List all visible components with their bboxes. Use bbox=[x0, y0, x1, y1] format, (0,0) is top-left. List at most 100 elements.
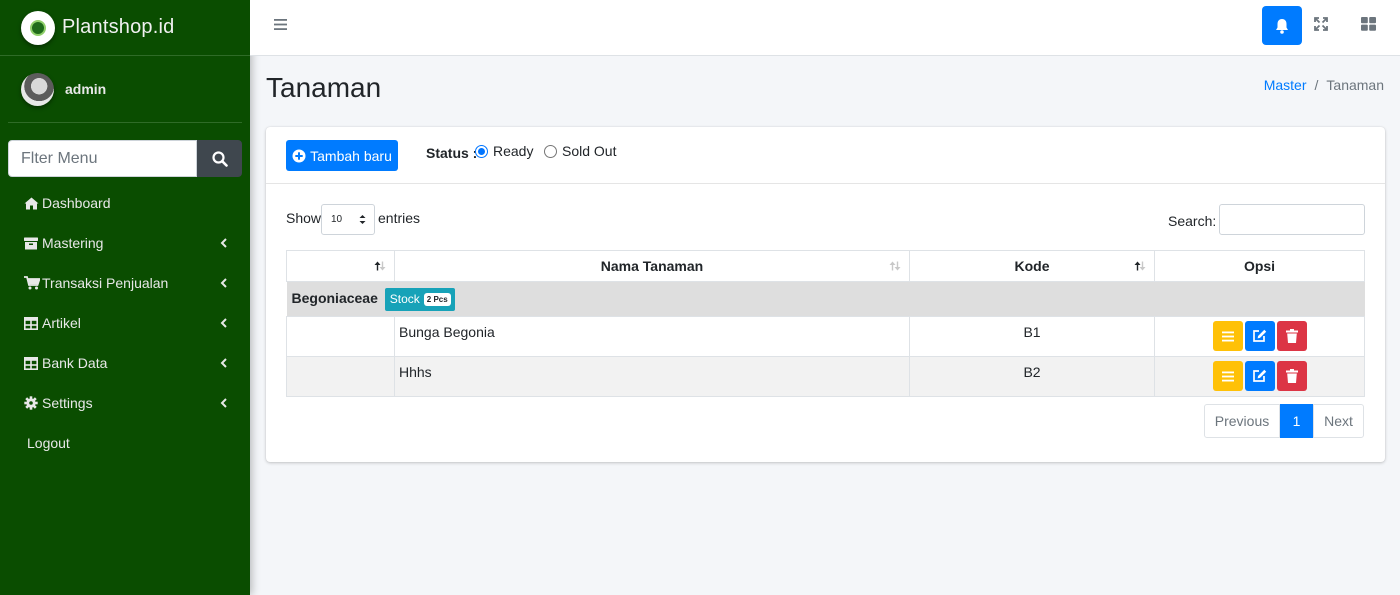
sidebar-item-mastering[interactable]: Mastering bbox=[8, 223, 242, 263]
status-option-label: Sold Out bbox=[562, 143, 617, 159]
plant-name-cell: Bunga Begonia bbox=[394, 316, 910, 357]
control-sidebar-button[interactable] bbox=[1361, 17, 1376, 34]
sidebar-item-bank-data[interactable]: Bank Data bbox=[8, 343, 242, 383]
column-header-nama-tanaman[interactable]: Nama Tanaman bbox=[394, 250, 910, 282]
trash-icon bbox=[1285, 329, 1298, 343]
group-name: Begoniaceae bbox=[291, 289, 378, 306]
table-icon bbox=[24, 316, 42, 330]
home-icon bbox=[24, 197, 42, 210]
plant-code-cell: B1 bbox=[909, 316, 1155, 357]
search-icon bbox=[211, 150, 228, 167]
table-search-input[interactable] bbox=[1219, 204, 1365, 235]
sidebar-search-button[interactable] bbox=[197, 140, 242, 177]
expand-icon bbox=[1314, 17, 1328, 31]
detail-button[interactable] bbox=[1212, 321, 1243, 351]
gear-icon bbox=[24, 396, 42, 410]
chevron-left-icon bbox=[218, 318, 228, 328]
column-header-opsi: Opsi bbox=[1154, 250, 1365, 282]
fullscreen-button[interactable] bbox=[1314, 17, 1328, 34]
add-new-button[interactable]: Tambah baru bbox=[286, 140, 398, 171]
radio-checked-icon bbox=[475, 144, 488, 158]
table-icon bbox=[24, 356, 42, 370]
sidebar-item-transaksi-penjualan[interactable]: Transaksi Penjualan bbox=[8, 263, 242, 303]
sidebar-item-label: Artikel bbox=[42, 315, 81, 331]
sidebar-item-logout[interactable]: Logout bbox=[8, 423, 242, 463]
notifications-button[interactable] bbox=[1262, 6, 1302, 45]
chevron-left-icon bbox=[218, 398, 228, 408]
edit-icon bbox=[1253, 369, 1267, 382]
sort-asc-icon bbox=[374, 261, 386, 271]
column-header-kode[interactable]: Kode bbox=[909, 250, 1155, 282]
sidebar-item-label: Mastering bbox=[42, 235, 104, 251]
entries-length-select[interactable]: 10 bbox=[321, 204, 375, 235]
sidebar: Plantshop.id admin Dashboard Mastering T… bbox=[0, 0, 250, 595]
sidebar-nav: Dashboard Mastering Transaksi Penjualan … bbox=[8, 183, 242, 463]
cart-icon bbox=[24, 276, 42, 290]
table-row: Bunga Begonia B1 bbox=[286, 316, 1365, 357]
sidebar-item-label: Logout bbox=[27, 435, 70, 451]
sort-asc-icon bbox=[1134, 261, 1146, 271]
edit-icon bbox=[1253, 329, 1267, 342]
trash-icon bbox=[1285, 369, 1298, 383]
edit-button[interactable] bbox=[1244, 361, 1275, 391]
select-arrows-icon bbox=[359, 215, 366, 224]
stock-label: Stock bbox=[389, 292, 420, 306]
brand-logo bbox=[21, 10, 55, 45]
status-option-label: Ready bbox=[493, 143, 534, 159]
column-header-group[interactable] bbox=[286, 250, 395, 282]
sidebar-item-label: Dashboard bbox=[42, 195, 111, 211]
breadcrumb-current: Tanaman bbox=[1326, 77, 1384, 93]
entries-length-value: 10 bbox=[331, 214, 343, 225]
user-name: admin bbox=[65, 81, 107, 97]
delete-button[interactable] bbox=[1276, 361, 1307, 391]
delete-button[interactable] bbox=[1276, 321, 1307, 351]
group-cell-empty bbox=[286, 316, 395, 357]
sidebar-item-label: Settings bbox=[42, 395, 93, 411]
pagination-next[interactable]: Next bbox=[1313, 404, 1364, 438]
entries-label: entries bbox=[378, 210, 421, 226]
topbar bbox=[250, 0, 1400, 56]
pagination-previous[interactable]: Previous bbox=[1204, 404, 1280, 438]
chevron-left-icon bbox=[218, 358, 228, 368]
sidebar-item-settings[interactable]: Settings bbox=[8, 383, 242, 423]
status-radio-sold-out[interactable]: Sold Out bbox=[544, 143, 616, 159]
brand-link[interactable]: Plantshop.id bbox=[0, 0, 250, 56]
chevron-left-icon bbox=[218, 238, 228, 248]
group-cell: Begoniaceae Stock 2 Pcs bbox=[286, 281, 1365, 317]
options-cell bbox=[1154, 316, 1365, 357]
table-row: Hhhs B2 bbox=[286, 356, 1365, 397]
card-header: Tambah baru Status : Ready Sold Out bbox=[266, 127, 1385, 184]
menu-toggle-button[interactable] bbox=[274, 18, 287, 34]
show-label: Show bbox=[286, 210, 322, 226]
breadcrumb-link-master[interactable]: Master bbox=[1264, 77, 1307, 93]
options-cell bbox=[1154, 356, 1365, 397]
breadcrumb-separator: / bbox=[1314, 77, 1319, 93]
sort-icon bbox=[889, 261, 901, 271]
sidebar-item-artikel[interactable]: Artikel bbox=[8, 303, 242, 343]
user-panel[interactable]: admin bbox=[8, 56, 242, 123]
group-cell-empty bbox=[286, 356, 395, 397]
add-new-label: Tambah baru bbox=[310, 147, 392, 164]
stock-badge: Stock 2 Pcs bbox=[384, 287, 455, 311]
table-search-label: Search: bbox=[1168, 213, 1217, 229]
stock-count-badge: 2 Pcs bbox=[423, 292, 451, 306]
sidebar-search-input[interactable] bbox=[8, 140, 197, 177]
sidebar-item-dashboard[interactable]: Dashboard bbox=[8, 183, 242, 223]
detail-button[interactable] bbox=[1212, 361, 1243, 391]
status-radio-ready[interactable]: Ready bbox=[475, 143, 533, 159]
plant-name-cell: Hhhs bbox=[394, 356, 910, 397]
plus-circle-icon bbox=[292, 149, 306, 162]
table-header-row: Nama Tanaman Kode Opsi bbox=[286, 250, 1365, 282]
sidebar-item-label: Transaksi Penjualan bbox=[42, 275, 169, 291]
pagination-page-1[interactable]: 1 bbox=[1280, 404, 1313, 438]
archive-icon bbox=[24, 237, 42, 250]
hamburger-icon bbox=[274, 19, 287, 30]
list-icon bbox=[1221, 371, 1234, 381]
page-title: Tanaman bbox=[266, 72, 382, 103]
list-icon bbox=[1221, 331, 1234, 341]
avatar bbox=[21, 72, 54, 106]
edit-button[interactable] bbox=[1244, 321, 1275, 351]
breadcrumb: Master / Tanaman bbox=[1264, 77, 1384, 93]
tanaman-card: Tambah baru Status : Ready Sold Out Show… bbox=[266, 127, 1385, 462]
sidebar-item-label: Bank Data bbox=[42, 355, 108, 371]
